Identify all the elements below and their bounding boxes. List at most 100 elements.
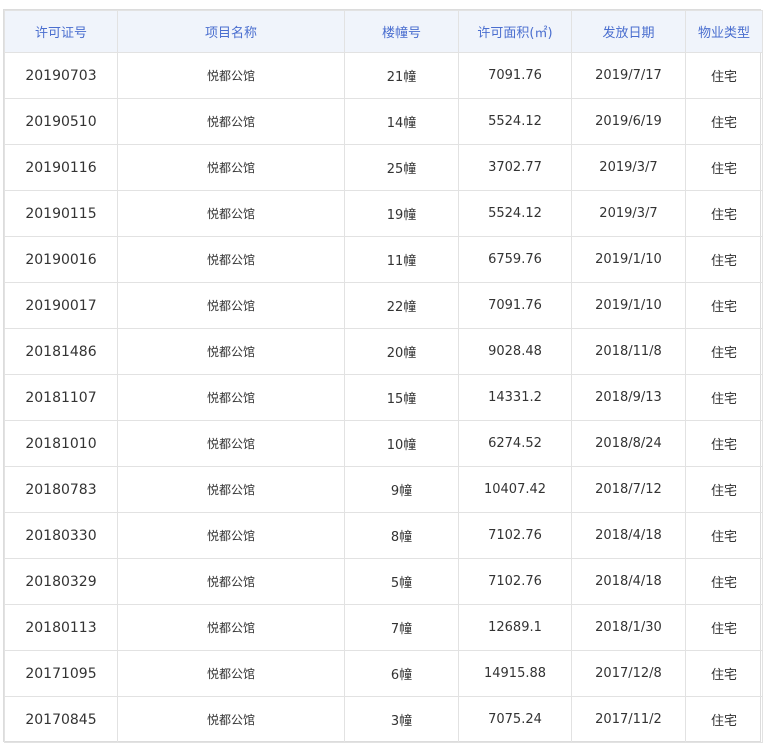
cell-permit-no: 20190116 xyxy=(4,144,118,191)
cell-property-type: 住宅 xyxy=(685,696,763,743)
table-row: 20180329 悦都公馆 5幢 7102.76 2018/4/18 住宅 xyxy=(4,558,763,605)
table-row: 20190116 悦都公馆 25幢 3702.77 2019/3/7 住宅 xyxy=(4,144,763,191)
cell-project-name: 悦都公馆 xyxy=(117,604,345,651)
cell-permit-no: 20170845 xyxy=(4,696,118,743)
cell-building-no: 7幢 xyxy=(344,604,459,651)
cell-permit-no: 20181107 xyxy=(4,374,118,421)
cell-property-type: 住宅 xyxy=(685,328,763,375)
cell-building-no: 25幢 xyxy=(344,144,459,191)
cell-permit-no: 20180783 xyxy=(4,466,118,513)
cell-issue-date: 2019/1/10 xyxy=(571,236,686,283)
cell-issue-date: 2019/6/19 xyxy=(571,98,686,145)
cell-permit-no: 20180329 xyxy=(4,558,118,605)
table-row: 20180330 悦都公馆 8幢 7102.76 2018/4/18 住宅 xyxy=(4,512,763,559)
column-header-building-no: 楼幢号 xyxy=(344,10,459,53)
cell-building-no: 10幢 xyxy=(344,420,459,467)
cell-building-no: 3幢 xyxy=(344,696,459,743)
cell-project-name: 悦都公馆 xyxy=(117,650,345,697)
cell-permit-area: 6759.76 xyxy=(458,236,572,283)
table-row: 20190016 悦都公馆 11幢 6759.76 2019/1/10 住宅 xyxy=(4,236,763,283)
cell-issue-date: 2018/1/30 xyxy=(571,604,686,651)
cell-issue-date: 2017/12/8 xyxy=(571,650,686,697)
cell-permit-no: 20180330 xyxy=(4,512,118,559)
cell-permit-no: 20181010 xyxy=(4,420,118,467)
cell-permit-no: 20190016 xyxy=(4,236,118,283)
cell-building-no: 15幢 xyxy=(344,374,459,421)
permit-table-container: 许可证号 项目名称 楼幢号 许可面积(㎡) 发放日期 物业类型 20190703… xyxy=(3,9,763,743)
permit-table: 许可证号 项目名称 楼幢号 许可面积(㎡) 发放日期 物业类型 20190703… xyxy=(4,10,763,743)
cell-project-name: 悦都公馆 xyxy=(117,190,345,237)
table-row: 20190510 悦都公馆 14幢 5524.12 2019/6/19 住宅 xyxy=(4,98,763,145)
cell-project-name: 悦都公馆 xyxy=(117,696,345,743)
column-header-permit-area: 许可面积(㎡) xyxy=(458,10,572,53)
cell-issue-date: 2019/3/7 xyxy=(571,190,686,237)
cell-project-name: 悦都公馆 xyxy=(117,328,345,375)
table-body: 20190703 悦都公馆 21幢 7091.76 2019/7/17 住宅 2019051… xyxy=(4,52,763,743)
cell-permit-no: 20190510 xyxy=(4,98,118,145)
cell-permit-area: 12689.1 xyxy=(458,604,572,651)
cell-property-type: 住宅 xyxy=(685,604,763,651)
column-header-project-name: 项目名称 xyxy=(117,10,345,53)
cell-issue-date: 2018/8/24 xyxy=(571,420,686,467)
cell-issue-date: 2017/11/2 xyxy=(571,696,686,743)
cell-issue-date: 2018/7/12 xyxy=(571,466,686,513)
cell-permit-area: 7091.76 xyxy=(458,282,572,329)
cell-project-name: 悦都公馆 xyxy=(117,98,345,145)
cell-issue-date: 2018/4/18 xyxy=(571,558,686,605)
cell-building-no: 9幢 xyxy=(344,466,459,513)
cell-issue-date: 2018/9/13 xyxy=(571,374,686,421)
cell-permit-area: 7102.76 xyxy=(458,512,572,559)
cell-property-type: 住宅 xyxy=(685,144,763,191)
cell-permit-no: 20190115 xyxy=(4,190,118,237)
cell-property-type: 住宅 xyxy=(685,52,763,99)
cell-permit-area: 14915.88 xyxy=(458,650,572,697)
cell-building-no: 22幢 xyxy=(344,282,459,329)
cell-permit-no: 20181486 xyxy=(4,328,118,375)
cell-permit-area: 9028.48 xyxy=(458,328,572,375)
cell-permit-no: 20190703 xyxy=(4,52,118,99)
cell-permit-area: 5524.12 xyxy=(458,98,572,145)
cell-project-name: 悦都公馆 xyxy=(117,512,345,559)
cell-project-name: 悦都公馆 xyxy=(117,282,345,329)
cell-building-no: 14幢 xyxy=(344,98,459,145)
column-header-permit-no: 许可证号 xyxy=(4,10,118,53)
table-header-row: 许可证号 项目名称 楼幢号 许可面积(㎡) 发放日期 物业类型 xyxy=(4,10,763,53)
cell-project-name: 悦都公馆 xyxy=(117,558,345,605)
table-row: 20170845 悦都公馆 3幢 7075.24 2017/11/2 住宅 xyxy=(4,696,763,743)
table-row: 20171095 悦都公馆 6幢 14915.88 2017/12/8 住宅 xyxy=(4,650,763,697)
cell-project-name: 悦都公馆 xyxy=(117,144,345,191)
cell-building-no: 11幢 xyxy=(344,236,459,283)
cell-property-type: 住宅 xyxy=(685,190,763,237)
cell-permit-area: 6274.52 xyxy=(458,420,572,467)
cell-building-no: 6幢 xyxy=(344,650,459,697)
cell-permit-area: 5524.12 xyxy=(458,190,572,237)
cell-permit-area: 7075.24 xyxy=(458,696,572,743)
cell-issue-date: 2019/7/17 xyxy=(571,52,686,99)
cell-property-type: 住宅 xyxy=(685,466,763,513)
cell-project-name: 悦都公馆 xyxy=(117,236,345,283)
cell-building-no: 21幢 xyxy=(344,52,459,99)
table-row: 20180113 悦都公馆 7幢 12689.1 2018/1/30 住宅 xyxy=(4,604,763,651)
cell-project-name: 悦都公馆 xyxy=(117,374,345,421)
cell-issue-date: 2019/3/7 xyxy=(571,144,686,191)
cell-issue-date: 2018/4/18 xyxy=(571,512,686,559)
cell-property-type: 住宅 xyxy=(685,282,763,329)
table-row: 20181107 悦都公馆 15幢 14331.2 2018/9/13 住宅 xyxy=(4,374,763,421)
cell-permit-area: 14331.2 xyxy=(458,374,572,421)
cell-building-no: 8幢 xyxy=(344,512,459,559)
cell-permit-no: 20190017 xyxy=(4,282,118,329)
cell-permit-area: 3702.77 xyxy=(458,144,572,191)
cell-permit-area: 10407.42 xyxy=(458,466,572,513)
table-row: 20181010 悦都公馆 10幢 6274.52 2018/8/24 住宅 xyxy=(4,420,763,467)
table-row: 20181486 悦都公馆 20幢 9028.48 2018/11/8 住宅 xyxy=(4,328,763,375)
cell-building-no: 5幢 xyxy=(344,558,459,605)
cell-permit-area: 7102.76 xyxy=(458,558,572,605)
table-row: 20180783 悦都公馆 9幢 10407.42 2018/7/12 住宅 xyxy=(4,466,763,513)
cell-project-name: 悦都公馆 xyxy=(117,52,345,99)
cell-project-name: 悦都公馆 xyxy=(117,466,345,513)
table-row: 20190703 悦都公馆 21幢 7091.76 2019/7/17 住宅 xyxy=(4,52,763,99)
cell-building-no: 19幢 xyxy=(344,190,459,237)
column-header-property-type: 物业类型 xyxy=(685,10,763,53)
cell-property-type: 住宅 xyxy=(685,650,763,697)
cell-property-type: 住宅 xyxy=(685,236,763,283)
